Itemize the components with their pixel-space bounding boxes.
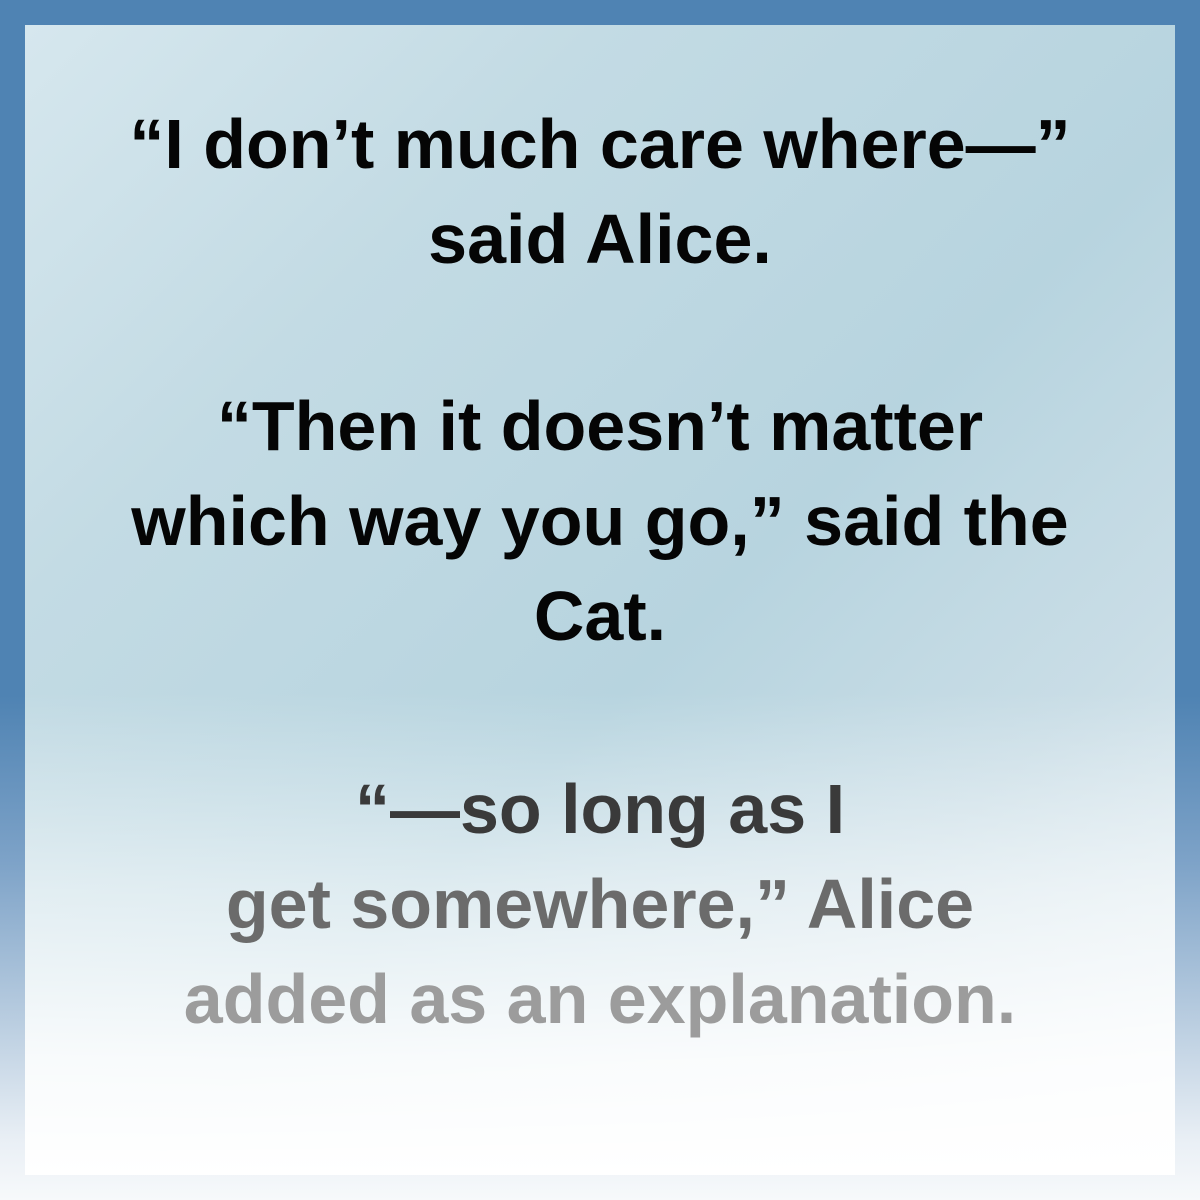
quote-line: “—so long as I [354,770,846,848]
quote-line: added as an explanation. [183,960,1017,1038]
alice-explanation-quote: “—so long as I get somewhere,” Alice add… [25,762,1175,1047]
quote-line: which way you go,” said the [131,482,1069,560]
quote-line: said Alice. [428,200,772,278]
cat-quote: “Then it doesn’t matter which way you go… [25,379,1175,664]
quote-line: get somewhere,” Alice [225,865,975,943]
quote-line: “I don’t much care where—” [129,105,1071,183]
quote-line: “Then it doesn’t matter [216,387,984,465]
quote-line: Cat. [533,577,667,655]
alice-quote: “I don’t much care where—” said Alice. [25,97,1175,287]
quote-card: “I don’t much care where—” said Alice. “… [25,25,1175,1175]
